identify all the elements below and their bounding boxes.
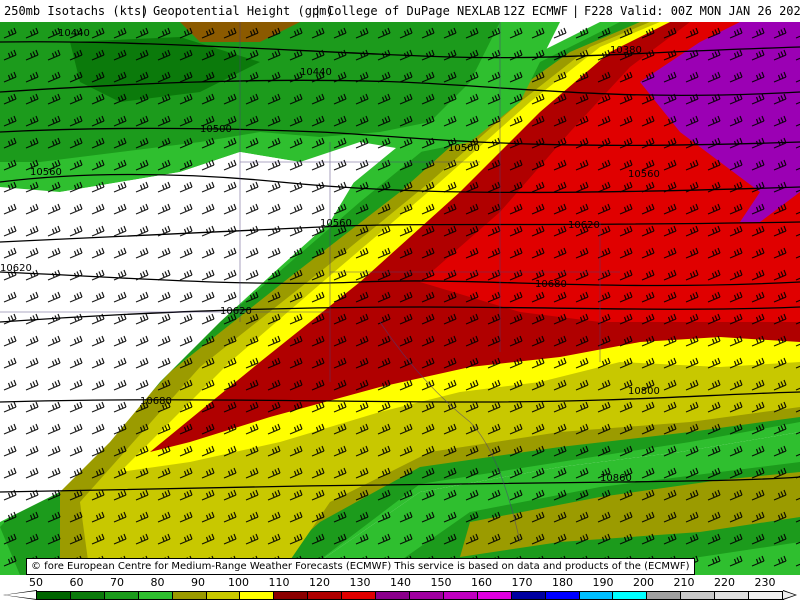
copyright-notice: © fore European Centre for Medium-Range … [26,558,695,575]
colorbar-swatches [36,591,784,600]
colorbar-swatch [749,592,783,599]
contour-label: 10680 [535,279,567,290]
contour-label: 10560 [30,167,62,178]
contour-label: 10860 [600,473,632,484]
colorbar-tick-label: 70 [110,576,124,589]
valid-time-label: F228 Valid: 00Z MON JAN 26 2026 [584,4,800,18]
colorbar-tick-label: 150 [430,576,452,589]
colorbar-swatch [104,592,139,599]
isotach-map: 10440 10440 10380 10500 10500 10560 1056… [0,22,800,575]
map-header: 250mb Isotachs (kts) | Geopotential Heig… [0,0,800,23]
colorbar-swatch [172,592,207,599]
colorbar-swatch [138,592,173,599]
contour-label: 10620 [220,306,252,317]
wind-barbs [0,22,800,575]
colorbar-tick-label: 110 [268,576,290,589]
colorbar-tick-label: 100 [228,576,249,589]
header-separator: | [314,4,322,18]
field-title: Geopotential Height (gpm) [153,4,334,18]
colorbar-swatch [477,592,512,599]
contour-label: 10680 [140,396,172,407]
colorbar-tick-label: 130 [349,576,371,589]
run-label: 12Z ECMWF [503,4,569,18]
colorbar-tick-label: 140 [390,576,411,589]
colorbar-swatch [511,592,546,599]
colorbar-swatch [409,592,444,599]
header-separator: | [140,4,148,18]
colorbar-swatch [37,592,71,599]
colorbar-tick-label: 80 [150,576,165,589]
isotach-colorbar: 50 60 70 80 90 100 110 120 130 140 150 160 170 180 190… [0,575,800,600]
colorbar-swatch [274,592,309,599]
colorbar-tick-label: 120 [309,576,330,589]
source-label: College of DuPage NEXLAB [327,4,501,18]
colorbar-swatch [545,592,580,599]
colorbar-tick-label: 190 [592,576,614,589]
contour-label: 10440 [300,67,332,78]
colorbar-swatch [308,592,343,599]
contour-label: 10560 [628,169,660,180]
colorbar-swatch [647,592,682,599]
colorbar-tick-label: 90 [191,576,205,589]
product-title: 250mb Isotachs (kts) [4,4,149,18]
contour-label: 10620 [568,220,600,231]
colorbar-swatch [681,592,716,599]
contour-label: 10500 [200,124,232,135]
colorbar-tick-label: 180 [552,576,573,589]
contour-label: 10800 [628,386,660,397]
contour-label: 10440 [58,28,90,39]
colorbar-tick-label: 220 [714,576,735,589]
contour-label: 10620 [0,263,32,274]
colorbar-swatch [376,592,410,599]
colorbar-swatch [579,592,614,599]
colorbar-tick-label: 60 [69,576,84,589]
colorbar-tick-label: 170 [511,576,533,589]
colorbar-swatch [342,592,377,599]
contour-label: 10560 [320,218,352,229]
colorbar-tick-label: 230 [754,576,776,589]
colorbar-swatch [70,592,105,599]
colorbar-swatch [443,592,478,599]
colorbar-tick-label: 200 [633,576,654,589]
colorbar-swatch [715,592,750,599]
colorbar-swatch [240,592,275,599]
colorbar-min-arrow [4,591,36,599]
contour-label: 10500 [448,143,480,154]
header-separator: | [572,4,580,18]
colorbar-tick-label: 210 [673,576,695,589]
colorbar-swatch [613,592,648,599]
contour-label: 10380 [610,45,642,56]
colorbar-tick-label: 160 [471,576,492,589]
colorbar-max-arrow [783,591,795,599]
colorbar-swatch [206,592,241,599]
colorbar-tick-label: 50 [29,576,43,589]
